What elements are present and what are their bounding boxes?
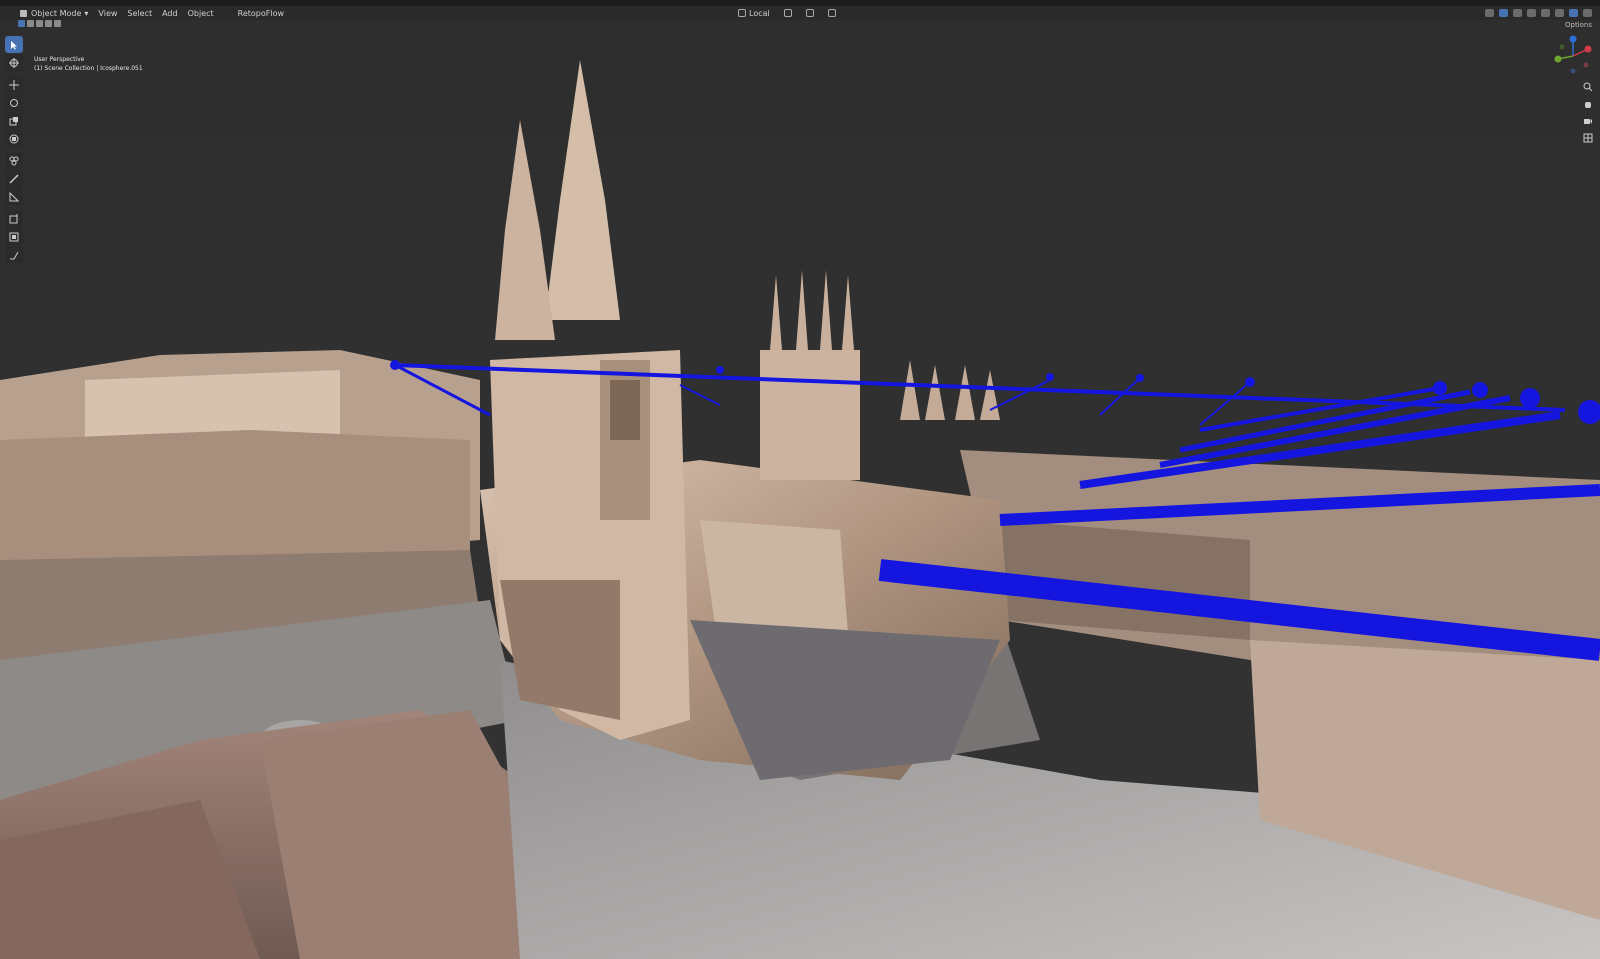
xray-icon[interactable] [1527,9,1536,17]
visibility-icon[interactable] [1485,9,1494,17]
crosshair-icon [9,57,19,68]
tool-shelf [5,36,23,264]
camera-view-button[interactable] [1581,114,1595,128]
hand-icon [1585,102,1591,108]
perspective-toggle-button[interactable] [1581,131,1595,145]
mode-selector[interactable]: Object Mode ▾ [20,9,88,18]
viewport-info: User Perspective (1) Scene Collection | … [34,55,143,73]
overlay-icon[interactable] [1513,9,1522,17]
pencil-icon [9,173,19,184]
orientation-icon [738,9,746,17]
menu-view[interactable]: View [98,9,117,18]
cursor-tool[interactable] [5,54,23,71]
rotate-icon [10,98,18,107]
cursor-arrow-icon [11,40,17,49]
transform-icon [9,134,19,143]
3d-viewport[interactable]: User Perspective (1) Scene Collection | … [0,20,1600,959]
pivot-selector[interactable] [783,9,792,17]
mode-label: Object Mode [31,8,82,18]
proportional-icon [827,9,836,17]
select-invert-icon[interactable] [45,20,52,27]
view-name: User Perspective [34,56,85,63]
wireframe-shading-icon[interactable] [1541,9,1550,17]
add-cube-tool[interactable] [5,210,23,227]
magnet-icon [805,9,814,17]
axis-gizmo-icon [1554,35,1592,74]
chevron-down-icon: ▾ [84,8,89,18]
shear-icon [10,251,19,259]
orientation-selector[interactable]: Local [738,9,770,18]
menu-select[interactable]: Select [127,9,152,18]
select-intersect-icon[interactable] [54,20,61,27]
cube-add-icon [9,213,18,223]
select-box-tool[interactable] [5,36,23,53]
annotate-icon [9,156,19,165]
extra-tool-2[interactable] [5,246,23,263]
solid-shading-icon[interactable] [1555,9,1564,17]
camera-icon [1584,119,1592,124]
collection-path: (1) Scene Collection | Icosphere.051 [34,65,143,72]
measure-tool[interactable] [5,188,23,205]
scale-icon [9,116,18,125]
menu-add[interactable]: Add [162,9,178,18]
proportional-toggle[interactable] [827,9,836,17]
shading-controls [1485,6,1592,20]
orientation-label: Local [749,8,770,18]
transform-tool[interactable] [5,130,23,147]
navigation-gizmo[interactable] [1552,35,1594,77]
zoom-button[interactable] [1581,80,1595,94]
material-shading-icon[interactable] [1569,9,1578,17]
extra-tool[interactable] [5,228,23,245]
pivot-icon [783,9,792,17]
rotate-tool[interactable] [5,94,23,111]
scale-tool[interactable] [5,112,23,129]
scene-render [0,20,1600,959]
object-mode-icon [20,9,27,17]
magnifier-icon [1583,82,1593,92]
annotate-tool[interactable] [5,152,23,169]
ruler-icon [9,191,19,201]
select-new-icon[interactable] [18,20,25,27]
addon-menu[interactable]: RetopoFlow [238,9,284,18]
rendered-shading-icon[interactable] [1583,9,1592,17]
move-icon [9,79,19,90]
viewport-header: Object Mode ▾ View Select Add Object Ret… [0,6,1600,20]
navigation-buttons [1581,80,1595,145]
select-subtract-icon[interactable] [36,20,43,27]
image-icon [9,232,19,241]
move-tool[interactable] [5,76,23,93]
transform-controls: Local [738,6,850,20]
selection-mode-buttons [18,20,61,30]
measure-pencil-tool[interactable] [5,170,23,187]
gizmo-toggle-icon[interactable] [1499,9,1508,17]
menu-object[interactable]: Object [188,9,214,18]
pan-button[interactable] [1581,97,1595,111]
select-extend-icon[interactable] [27,20,34,27]
options-dropdown[interactable]: Options [1565,21,1592,29]
snap-toggle[interactable] [805,9,814,17]
grid-icon [1583,133,1593,143]
